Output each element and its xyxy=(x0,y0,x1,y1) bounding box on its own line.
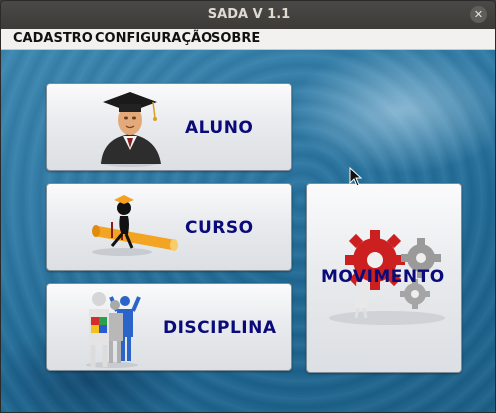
aluno-button[interactable]: ALUNO xyxy=(46,83,292,171)
main-panel: ALUNO CURSO DISCIPLINA MOVIMENTO xyxy=(1,50,495,412)
disciplina-button[interactable]: DISCIPLINA xyxy=(46,283,292,371)
mouse-cursor-icon xyxy=(349,167,363,187)
window-title: SADA V 1.1 xyxy=(207,7,291,22)
menu-cadastro[interactable]: CADASTRO xyxy=(13,31,93,46)
close-icon[interactable]: ✕ xyxy=(470,6,487,23)
menu-configuracao[interactable]: CONFIGURAÇÃO xyxy=(95,31,212,46)
graduate-icon xyxy=(100,92,161,167)
app-window: SADA V 1.1 ✕ CADASTRO CONFIGURAÇÃO SOBRE xyxy=(0,0,496,413)
title-bar[interactable]: SADA V 1.1 ✕ xyxy=(1,1,495,29)
movimento-button[interactable]: MOVIMENTO xyxy=(306,183,462,373)
curso-label: CURSO xyxy=(185,218,254,238)
diploma-icon xyxy=(92,195,178,256)
curso-button[interactable]: CURSO xyxy=(46,183,292,271)
movimento-label: MOVIMENTO xyxy=(321,267,445,287)
menu-bar: CADASTRO CONFIGURAÇÃO SOBRE xyxy=(1,29,495,50)
disciplina-label: DISCIPLINA xyxy=(163,318,277,338)
puzzle-people-icon xyxy=(86,292,141,368)
aluno-label: ALUNO xyxy=(185,118,254,138)
menu-sobre[interactable]: SOBRE xyxy=(211,31,260,46)
